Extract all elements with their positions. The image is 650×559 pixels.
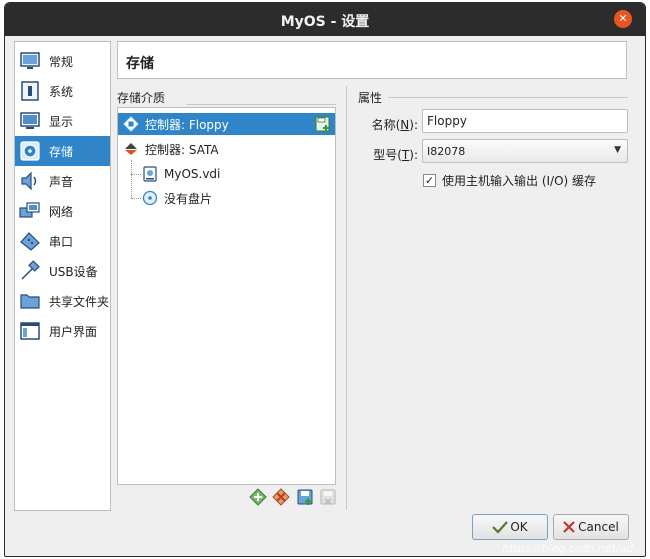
sidebar-item-display[interactable]: 显示 bbox=[15, 106, 110, 136]
sidebar-item-shared-folders[interactable]: 共享文件夹 bbox=[15, 286, 110, 316]
host-io-cache-row[interactable]: ✓ 使用主机输入输出 (I/O) 缓存 bbox=[423, 172, 596, 189]
ok-button[interactable]: OK bbox=[472, 514, 548, 540]
sidebar-item-label: 网络 bbox=[49, 204, 74, 219]
attributes-header: 属性 bbox=[358, 89, 628, 106]
tree-item-sata-controller[interactable]: 控制器: SATA bbox=[118, 138, 219, 160]
display-icon bbox=[20, 112, 40, 129]
cancel-x-icon bbox=[563, 521, 575, 533]
sidebar-item-user-interface[interactable]: 用户界面 bbox=[15, 316, 110, 346]
sidebar-item-audio[interactable]: 声音 bbox=[15, 166, 110, 196]
sidebar-item-label: 共享文件夹 bbox=[49, 294, 110, 309]
sidebar-item-general[interactable]: 常规 bbox=[15, 46, 110, 76]
audio-icon bbox=[21, 171, 37, 191]
sata-controller-icon bbox=[125, 143, 137, 155]
hard-disk-icon bbox=[143, 166, 157, 182]
sidebar-item-label: 常规 bbox=[49, 54, 74, 69]
tree-item-label: 没有盘片 bbox=[164, 191, 213, 206]
general-icon bbox=[20, 52, 40, 69]
name-field[interactable] bbox=[422, 109, 628, 133]
tree-item-label: MyOS.vdi bbox=[164, 167, 221, 181]
attributes-label: 属性 bbox=[358, 91, 383, 105]
title-bar: MyOS - 设置 ✕ bbox=[5, 3, 645, 36]
tree-item-optical-disk[interactable]: 没有盘片 bbox=[118, 187, 212, 209]
chevron-down-icon: ▼ bbox=[614, 145, 621, 155]
add-attachment-icon[interactable] bbox=[296, 488, 314, 506]
sidebar-item-serial-port[interactable]: 串口 bbox=[15, 226, 110, 256]
system-icon bbox=[21, 81, 39, 101]
type-select-value: I82078 bbox=[427, 145, 466, 158]
watermark: https://blog.csdn.net/ad... bbox=[502, 542, 644, 555]
sidebar-item-storage[interactable]: 存储 bbox=[15, 136, 110, 166]
name-label: 名称(N): bbox=[371, 118, 418, 132]
serial-port-icon bbox=[20, 232, 40, 251]
add-controller-icon[interactable] bbox=[249, 488, 267, 506]
host-io-cache-checkbox[interactable]: ✓ bbox=[423, 174, 436, 187]
sidebar-item-system[interactable]: 系统 bbox=[15, 76, 110, 106]
tree-item-floppy-controller[interactable]: 控制器: Floppy bbox=[118, 113, 335, 135]
remove-controller-icon[interactable] bbox=[272, 488, 290, 506]
host-io-cache-label: 使用主机输入输出 (I/O) 缓存 bbox=[442, 174, 597, 188]
cancel-button[interactable]: Cancel bbox=[553, 514, 629, 540]
network-icon bbox=[19, 202, 40, 218]
remove-attachment-icon[interactable] bbox=[319, 488, 337, 506]
tree-item-label: 控制器: SATA bbox=[145, 142, 219, 157]
page-title-box: 存储 bbox=[117, 41, 627, 79]
panel-divider bbox=[346, 86, 347, 510]
floppy-controller-icon bbox=[123, 116, 139, 132]
storage-icon bbox=[20, 141, 40, 161]
ok-check-icon bbox=[492, 521, 509, 534]
optical-disk-icon bbox=[142, 190, 158, 206]
sidebar-item-label: 声音 bbox=[49, 174, 74, 189]
usb-icon bbox=[21, 260, 40, 280]
sidebar-item-label: USB设备 bbox=[49, 264, 98, 279]
user-interface-icon bbox=[20, 322, 40, 340]
ok-button-label: OK bbox=[510, 520, 528, 534]
shared-folder-icon bbox=[20, 294, 40, 309]
settings-sidebar: 常规 系统 显示 存储 声音 网络 串口 USB设备 共享文件夹 用户界面 bbox=[14, 41, 111, 511]
sidebar-item-usb[interactable]: USB设备 bbox=[15, 256, 110, 286]
storage-tree[interactable]: 控制器: Floppy 控制器: SATA MyOS.vdi 没有盘片 bbox=[117, 107, 336, 485]
close-button[interactable]: ✕ bbox=[614, 10, 632, 28]
sidebar-item-label: 串口 bbox=[49, 234, 74, 249]
divider bbox=[388, 97, 628, 98]
type-select[interactable]: I82078 ▼ bbox=[422, 139, 628, 163]
sidebar-item-label: 显示 bbox=[49, 114, 74, 129]
sidebar-item-network[interactable]: 网络 bbox=[15, 196, 110, 226]
tree-item-label: 控制器: Floppy bbox=[145, 117, 229, 132]
sidebar-item-label: 用户界面 bbox=[49, 324, 98, 339]
add-floppy-drive-icon[interactable] bbox=[315, 116, 331, 132]
divider bbox=[187, 104, 336, 105]
cancel-button-label: Cancel bbox=[578, 520, 619, 534]
sidebar-item-label: 存储 bbox=[49, 144, 74, 159]
sidebar-item-label: 系统 bbox=[49, 84, 74, 99]
page-title: 存储 bbox=[126, 56, 154, 72]
tree-item-hard-disk[interactable]: MyOS.vdi bbox=[118, 163, 220, 185]
window-title: MyOS - 设置 bbox=[280, 14, 370, 30]
type-label: 型号(T): bbox=[373, 148, 418, 162]
close-icon: ✕ bbox=[618, 12, 628, 25]
